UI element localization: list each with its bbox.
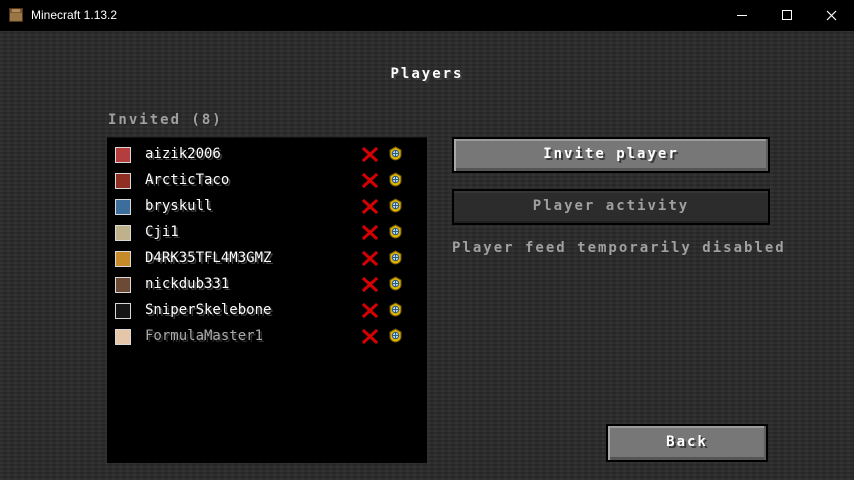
player-row[interactable]: nickdub331 [114, 274, 419, 296]
player-name: SniperSkelebone [145, 302, 272, 318]
remove-player-icon[interactable] [362, 303, 378, 318]
remove-player-icon[interactable] [362, 251, 378, 266]
page-title: Players [390, 66, 464, 82]
invited-player-list[interactable]: aizik2006 ArcticTaco bryskull Cji1 D4RK35TFL… [107, 137, 427, 463]
back-button[interactable]: Back [606, 424, 768, 462]
remove-player-icon[interactable] [362, 277, 378, 292]
player-avatar [115, 277, 131, 293]
invite-player-label: Invite player [543, 146, 679, 162]
operator-shield-icon[interactable] [388, 328, 403, 343]
player-row[interactable]: Cji1 [114, 222, 419, 244]
player-row[interactable]: aizik2006 [114, 144, 419, 166]
maximize-button[interactable] [764, 0, 810, 31]
player-avatar [115, 173, 131, 189]
player-name: ArcticTaco [145, 172, 230, 188]
back-label: Back [666, 434, 708, 450]
remove-player-icon[interactable] [362, 199, 378, 214]
player-row[interactable]: SniperSkelebone [114, 300, 419, 322]
player-avatar [115, 147, 131, 163]
minimize-button[interactable] [719, 0, 765, 31]
players-screen: Players Invited (8) aizik2006 ArcticTaco b… [0, 31, 854, 480]
remove-player-icon[interactable] [362, 147, 378, 162]
window-title: Minecraft 1.13.2 [31, 8, 118, 22]
operator-shield-icon[interactable] [388, 302, 403, 317]
operator-shield-icon[interactable] [388, 224, 403, 239]
player-row[interactable]: bryskull [114, 196, 419, 218]
close-window-button[interactable] [808, 0, 854, 31]
player-name: D4RK35TFL4M3GMZ [145, 250, 272, 266]
close-icon [826, 10, 837, 21]
player-activity-label: Player activity [532, 198, 690, 214]
player-name: bryskull [145, 198, 213, 214]
operator-shield-icon[interactable] [388, 198, 403, 213]
player-name: nickdub331 [145, 276, 230, 292]
operator-shield-icon[interactable] [388, 172, 403, 187]
remove-player-icon[interactable] [362, 329, 378, 344]
player-avatar [115, 251, 131, 267]
remove-player-icon[interactable] [362, 225, 378, 240]
remove-player-icon[interactable] [362, 173, 378, 188]
operator-shield-icon[interactable] [388, 250, 403, 265]
player-row[interactable]: FormulaMaster1 [114, 326, 419, 348]
player-activity-button: Player activity [452, 189, 770, 225]
player-row[interactable]: ArcticTaco [114, 170, 419, 192]
invite-player-button[interactable]: Invite player [452, 137, 770, 173]
operator-shield-icon[interactable] [388, 276, 403, 291]
crafting-table-icon [9, 8, 23, 22]
player-name: Cji1 [145, 224, 179, 240]
invited-section-title: Invited (8) [108, 112, 223, 128]
player-avatar [115, 329, 131, 345]
player-name: aizik2006 [145, 146, 221, 162]
player-avatar [115, 303, 131, 319]
player-feed-status: Player feed temporarily disabled [452, 240, 786, 256]
player-name: FormulaMaster1 [145, 328, 264, 344]
operator-shield-icon[interactable] [388, 146, 403, 161]
player-avatar [115, 199, 131, 215]
player-avatar [115, 225, 131, 241]
window-titlebar: Minecraft 1.13.2 [0, 0, 854, 31]
player-row[interactable]: D4RK35TFL4M3GMZ [114, 248, 419, 270]
